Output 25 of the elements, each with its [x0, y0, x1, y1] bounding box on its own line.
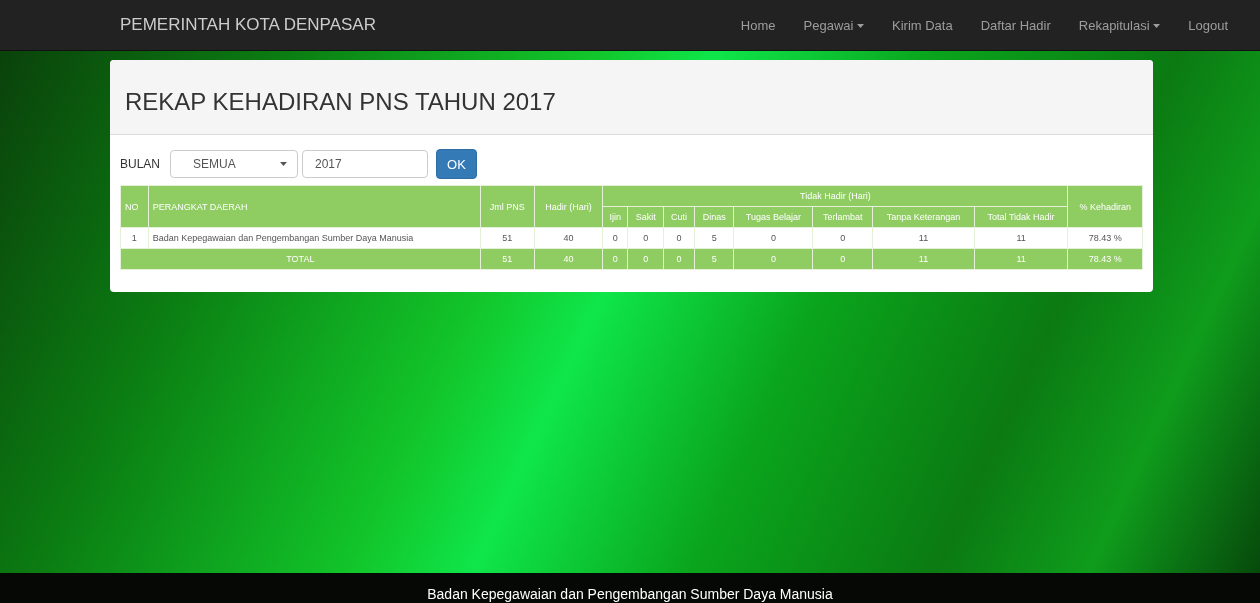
column-header: PERANGKAT DAERAH: [148, 185, 481, 228]
ok-button[interactable]: OK: [436, 149, 477, 179]
table-cell: TOTAL: [120, 248, 481, 270]
table-cell: Badan Kepegawaian dan Pengembangan Sumber Daya Manusia: [148, 227, 481, 249]
nav-link[interactable]: Kirim Data: [880, 9, 965, 41]
panel-title: REKAP KEHADIRAN PNS TAHUN 2017: [125, 88, 556, 115]
month-label: BULAN: [120, 157, 160, 171]
column-header: NO: [120, 185, 149, 228]
caret-icon: [280, 162, 287, 166]
month-dropdown[interactable]: SEMUA: [170, 150, 298, 178]
year-field[interactable]: 2017: [302, 150, 428, 178]
nav-link[interactable]: Logout: [1176, 9, 1240, 41]
column-header: % Kehadiran: [1067, 185, 1143, 228]
nav-link[interactable]: Home: [728, 9, 788, 41]
nav-link[interactable]: Daftar Hadir: [968, 9, 1063, 41]
caret-icon: [857, 24, 864, 29]
brand-title[interactable]: PEMERINTAH KOTA DENPASAR: [120, 15, 376, 35]
column-header: Hadir (Hari): [534, 185, 603, 228]
column-header: Jml PNS: [480, 185, 535, 228]
caret-icon: [1153, 24, 1161, 29]
footer-text: Badan Kepegawaian dan Pengembangan Sumber Daya Manusia: [427, 585, 833, 603]
column-header: Tidak Hadir (Hari): [602, 185, 1068, 207]
nav-link[interactable]: Rekapitulasi: [1066, 9, 1173, 41]
table-cell: 1: [120, 227, 149, 249]
nav-link[interactable]: Pegawai: [791, 9, 876, 41]
